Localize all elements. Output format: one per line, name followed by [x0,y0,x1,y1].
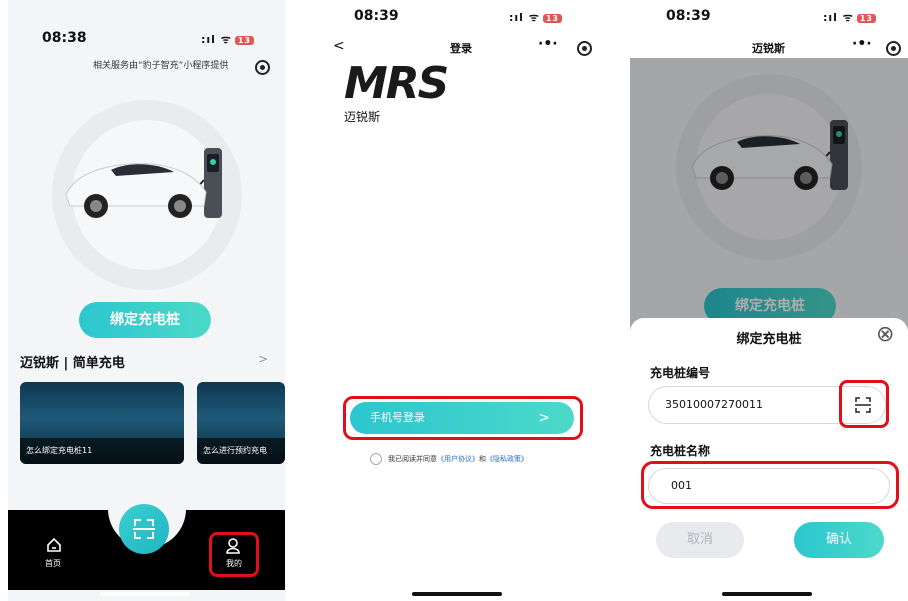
miniapp-menu-icon[interactable] [255,60,270,75]
user-agreement-link[interactable]: 《用户协议》 [437,455,479,463]
home-indicator [412,592,502,596]
back-icon[interactable]: < [333,38,345,54]
tab-home-label[interactable]: 首页 [45,558,61,569]
video-caption: 怎么进行预约充电 [197,438,285,464]
page-title: 登录 [450,42,472,55]
agreement-text: 我已阅读并同意《用户协议》和《隐私政策》 [388,454,528,464]
pile-name-label: 充电桩名称 [650,444,711,458]
status-icons: :ıl ᯤ 13 [509,10,562,25]
section-title: 迈锐斯 | 简单充电 [20,356,125,371]
section-more-arrow-icon[interactable]: > [258,352,268,366]
video-card-1[interactable]: 怎么绑定充电桩11 [20,382,184,464]
highlight-mine-tab [209,532,259,577]
sheet-title: 绑定充电桩 [736,332,802,347]
agreement-checkbox[interactable] [370,453,382,465]
phone-screen-home: 08:38 :ıl ᯤ 13 相关服务由“豹子智充”小程序提供 绑定充电桩 迈锐斯… [8,0,285,601]
bind-charger-sheet: 绑定充电桩 ⊗ 充电桩编号 35010007270011 充电桩名称 001 取… [630,318,908,601]
bind-charger-button[interactable]: 绑定充电桩 [79,302,211,338]
wifi-icon: ᯤ [528,11,540,24]
signal-icon: :ıl [509,11,524,24]
close-icon[interactable]: ⊗ [876,322,894,347]
pile-number-label: 充电桩编号 [650,366,711,380]
home-indicator [722,592,812,596]
signal-icon: :ıl [201,33,216,46]
page-title: 迈锐斯 [752,42,785,55]
agreement-prefix: 我已阅读并同意 [388,455,437,463]
scan-button[interactable] [119,504,169,554]
highlight-scan-button [839,380,889,428]
phone-screen-bind: 08:39 :ıl ᯤ 13 迈锐斯 ·•· 绑定充电桩 绑定充电桩 ⊗ 充电桩编… [630,0,908,601]
car-charging-image [65,148,222,218]
battery-icon: 13 [234,36,254,45]
privacy-policy-link[interactable]: 《隐私政策》 [486,455,528,463]
video-card-2[interactable]: 怎么进行预约充电 [197,382,285,464]
brand-logo: MRS [344,58,449,109]
status-time: 08:39 [354,8,399,24]
status-time: 08:39 [666,8,711,24]
wifi-icon: ᯤ [220,33,232,46]
signal-icon: :ıl [823,11,838,24]
pile-number-value: 35010007270011 [665,398,763,411]
modal-backdrop[interactable] [630,58,908,338]
battery-icon: 13 [542,14,562,23]
battery-icon: 13 [856,14,876,23]
home-indicator [100,592,190,596]
video-caption: 怎么绑定充电桩11 [20,438,184,464]
highlight-pile-name-field [641,461,899,509]
provider-notice: 相关服务由“豹子智充”小程序提供 [93,61,229,71]
scan-icon [133,519,155,539]
home-icon[interactable] [46,537,62,553]
confirm-button[interactable]: 确认 [794,522,884,558]
status-icons: :ıl ᯤ 13 [823,10,876,25]
phone-screen-login: 08:39 :ıl ᯤ 13 < 登录 ·•· MRS 迈锐斯 手机号登录 > 我… [320,0,598,601]
brand-name: 迈锐斯 [344,110,381,124]
more-dots-icon[interactable]: ·•· [852,36,872,52]
cancel-button[interactable]: 取消 [656,522,744,558]
status-icons: :ıl ᯤ 13 [201,32,254,47]
more-dots-icon[interactable]: ·•· [538,36,558,52]
status-time: 08:38 [42,30,87,46]
miniapp-close-icon[interactable] [577,41,592,56]
agreement-and: 和 [479,455,486,463]
highlight-login-button [343,396,583,440]
wifi-icon: ᯤ [842,11,854,24]
miniapp-close-icon[interactable] [886,41,901,56]
